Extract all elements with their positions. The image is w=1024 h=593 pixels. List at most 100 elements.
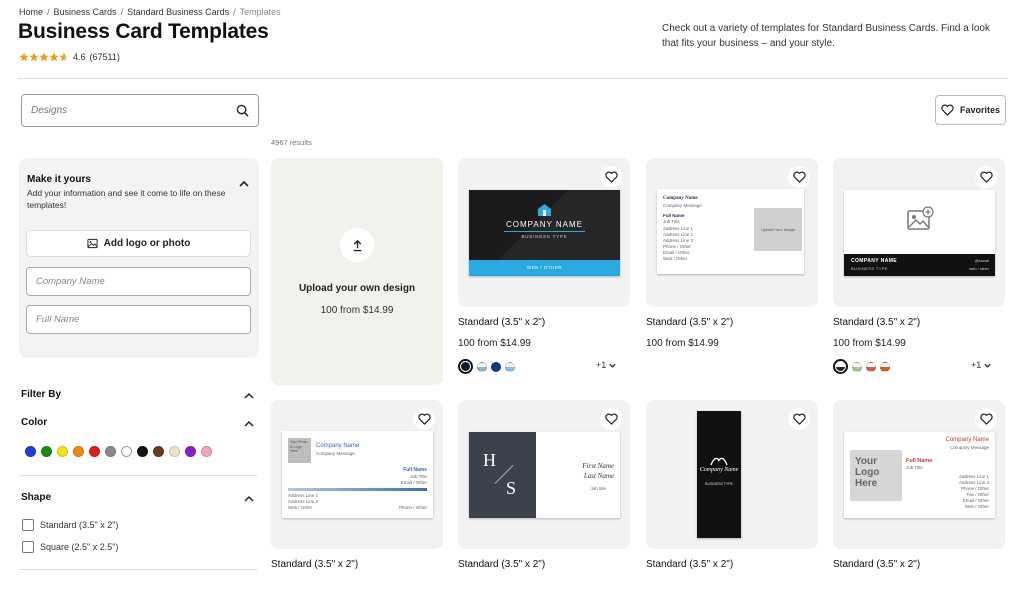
breadcrumb-business-cards[interactable]: Business Cards bbox=[54, 7, 117, 17]
favorite-button[interactable] bbox=[600, 166, 622, 188]
variant-swatch[interactable] bbox=[866, 362, 876, 372]
variant-swatches bbox=[833, 359, 890, 374]
variant-swatch-selected[interactable] bbox=[833, 359, 848, 374]
product-name[interactable]: Standard (3.5" x 2") bbox=[833, 559, 920, 570]
card-job-title: Job Title bbox=[906, 465, 923, 471]
card-preview[interactable]: Company Name BUSINESS TYPE bbox=[697, 411, 741, 538]
intro-text: Check out a variety of templates for Sta… bbox=[662, 21, 992, 51]
favorites-button[interactable]: Favorites bbox=[935, 95, 1006, 125]
star-icon bbox=[29, 52, 39, 62]
upload-button[interactable] bbox=[340, 228, 374, 262]
chevron-up-icon[interactable] bbox=[237, 177, 251, 191]
card-last-name: Last Name bbox=[584, 472, 614, 480]
variant-swatch[interactable] bbox=[852, 362, 862, 372]
product-name[interactable]: Standard (3.5" x 2") bbox=[833, 317, 920, 328]
template-tile[interactable]: Your Logo Here Company Name Company Mess… bbox=[833, 400, 1005, 549]
color-swatch[interactable] bbox=[137, 446, 148, 457]
company-name-field[interactable] bbox=[26, 267, 251, 296]
breadcrumb-home[interactable]: Home bbox=[19, 7, 43, 17]
rating-count: (67511) bbox=[90, 52, 120, 62]
product-name[interactable]: Standard (3.5" x 2") bbox=[458, 317, 545, 328]
shape-option-square[interactable]: Square (2.5" x 2.5") bbox=[22, 541, 118, 553]
chevron-up-icon[interactable] bbox=[243, 390, 255, 402]
color-swatch[interactable] bbox=[153, 446, 164, 457]
search-box[interactable] bbox=[21, 94, 259, 127]
card-phone: Phone / Other bbox=[399, 505, 427, 511]
color-swatch[interactable] bbox=[89, 446, 100, 457]
filter-by-heading: Filter By bbox=[21, 389, 61, 400]
card-preview[interactable]: Company Name Company Message Full Name J… bbox=[657, 189, 804, 274]
template-tile[interactable]: Your Photo or Logo Here Company Name Com… bbox=[271, 400, 443, 549]
card-preview[interactable]: Your Photo or Logo Here Company Name Com… bbox=[282, 431, 433, 518]
template-tile[interactable]: Company Name BUSINESS TYPE bbox=[646, 400, 818, 549]
favorite-button[interactable] bbox=[413, 408, 435, 430]
color-swatch[interactable] bbox=[57, 446, 68, 457]
template-tile[interactable]: Company Name Company Message Full Name J… bbox=[646, 158, 818, 307]
add-logo-button[interactable]: Add logo or photo bbox=[26, 230, 251, 257]
shape-filter-heading: Shape bbox=[21, 492, 51, 503]
rating[interactable]: 4.6 (67511) bbox=[19, 52, 120, 62]
checkbox[interactable] bbox=[22, 519, 34, 531]
full-name-field[interactable] bbox=[26, 305, 251, 334]
template-tile[interactable]: COMPANY NAME BUSINESS TYPE WEB / OTHER bbox=[458, 158, 630, 307]
rating-stars bbox=[19, 52, 69, 62]
color-swatches bbox=[25, 446, 212, 457]
favorite-button[interactable] bbox=[788, 166, 810, 188]
search-input[interactable] bbox=[31, 105, 236, 116]
card-social: @social bbox=[975, 258, 989, 263]
product-name[interactable]: Standard (3.5" x 2") bbox=[646, 317, 733, 328]
variant-swatch-selected[interactable] bbox=[458, 359, 473, 374]
card-type: BUSINESS TYPE bbox=[697, 482, 741, 486]
card-message: Company Message bbox=[950, 445, 989, 451]
color-swatch[interactable] bbox=[121, 446, 132, 457]
chevron-up-icon[interactable] bbox=[243, 418, 255, 430]
heart-icon bbox=[980, 413, 993, 425]
card-preview[interactable]: H S First Name Last Name Job title bbox=[469, 432, 620, 518]
favorite-button[interactable] bbox=[975, 166, 997, 188]
rating-value: 4.6 bbox=[73, 52, 86, 62]
company-name-input[interactable] bbox=[36, 276, 241, 287]
breadcrumb-standard-cards[interactable]: Standard Business Cards bbox=[127, 7, 229, 17]
color-swatch[interactable] bbox=[105, 446, 116, 457]
card-address-line: Web / Other bbox=[288, 505, 318, 511]
variant-swatch[interactable] bbox=[491, 362, 501, 372]
card-logo-placeholder: Your Logo Here bbox=[850, 450, 902, 501]
card-address-lines: Address Line 1Address Line 2Phone / Othe… bbox=[959, 474, 989, 510]
color-swatch[interactable] bbox=[169, 446, 180, 457]
shape-option-standard[interactable]: Standard (3.5" x 2") bbox=[22, 519, 118, 531]
color-swatch[interactable] bbox=[73, 446, 84, 457]
template-tile[interactable]: COMPANY NAME BUSINESS TYPE @social web /… bbox=[833, 158, 1005, 307]
variant-swatch[interactable] bbox=[880, 362, 890, 372]
image-icon bbox=[87, 238, 98, 249]
color-swatch[interactable] bbox=[185, 446, 196, 457]
card-full-name: Full Name bbox=[403, 467, 427, 473]
card-preview[interactable]: COMPANY NAME BUSINESS TYPE @social web /… bbox=[844, 190, 995, 276]
product-name[interactable]: Standard (3.5" x 2") bbox=[458, 559, 545, 570]
product-name[interactable]: Standard (3.5" x 2") bbox=[271, 559, 358, 570]
make-it-yours-title: Make it yours bbox=[27, 174, 91, 185]
card-dark-panel: H S bbox=[469, 432, 536, 518]
upload-own-design-tile[interactable]: Upload your own design 100 from $14.99 bbox=[271, 158, 443, 385]
favorite-button[interactable] bbox=[788, 408, 810, 430]
search-icon[interactable] bbox=[236, 104, 249, 117]
more-variants[interactable]: +1 bbox=[971, 360, 992, 370]
checkbox[interactable] bbox=[22, 541, 34, 553]
favorite-button[interactable] bbox=[975, 408, 997, 430]
product-name[interactable]: Standard (3.5" x 2") bbox=[646, 559, 733, 570]
card-preview[interactable]: COMPANY NAME BUSINESS TYPE WEB / OTHER bbox=[469, 190, 620, 276]
card-job-title: Job Title bbox=[663, 219, 680, 225]
template-tile[interactable]: H S First Name Last Name Job title bbox=[458, 400, 630, 549]
heart-icon bbox=[941, 104, 954, 116]
card-preview[interactable]: Your Logo Here Company Name Company Mess… bbox=[844, 432, 995, 518]
color-swatch[interactable] bbox=[41, 446, 52, 457]
color-swatch[interactable] bbox=[25, 446, 36, 457]
favorite-button[interactable] bbox=[600, 408, 622, 430]
logo-mark-icon bbox=[709, 456, 729, 466]
variant-swatch[interactable] bbox=[477, 362, 487, 372]
full-name-input[interactable] bbox=[36, 314, 241, 325]
more-variants[interactable]: +1 bbox=[596, 360, 617, 370]
variant-swatch[interactable] bbox=[505, 362, 515, 372]
color-swatch[interactable] bbox=[201, 446, 212, 457]
upload-price: 100 from $14.99 bbox=[271, 305, 443, 316]
chevron-up-icon[interactable] bbox=[243, 493, 255, 505]
